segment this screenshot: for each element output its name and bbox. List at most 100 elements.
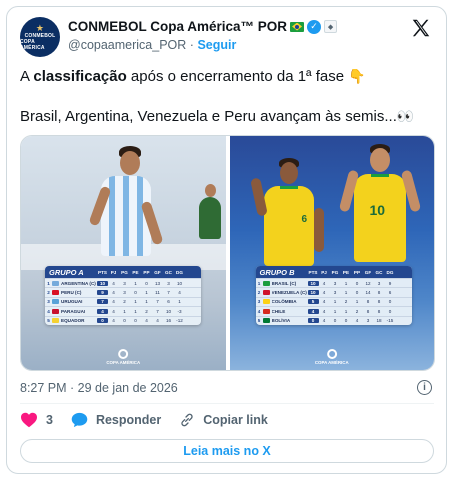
stat-cell: 3 [377,280,381,286]
group-a-rows: 1 ARGENTINA (C) 10 4 3 1 0 13 3 10 2 PERU (C) 9 4 3 0 1 1… [45,278,201,325]
stat-cell: 4 [112,280,115,286]
brazil-flag-icon [290,21,305,32]
group-a-title: GRUPO A [49,267,84,277]
stat-cell: 2 [355,308,359,314]
read-more-button[interactable]: Leia mais no X [20,439,434,463]
stat-cell: 0 [145,280,148,286]
reply-label: Responder [95,413,162,427]
stat-cell: 4 [178,290,181,296]
stat-cell: 4 [322,280,326,286]
stat-cell: 1 [134,308,137,314]
stat-cell: 8 [377,299,381,305]
stat-cell: 3 [123,280,126,286]
handle[interactable]: @copaamerica_POR [68,38,186,52]
stat-cell: 7 [156,299,159,305]
stat-cell: 8 [377,290,381,296]
x-logo-icon[interactable] [410,17,432,39]
col-pts: PTS [98,269,107,275]
media-image-group-a[interactable]: GRUPO A PTS PJ PG PE PP GF GC DG 1 ARGENT… [21,136,226,370]
info-icon[interactable]: i [417,380,432,395]
stat-cell: -12 [176,318,183,324]
team-name: PARAGUAI [61,308,86,314]
avatar-line2: COPA AMÉRICA [20,38,45,51]
points-cell: 10 [307,280,319,286]
stat-cell: 0 [134,318,137,324]
stat-cell: 1 [344,290,348,296]
points-cell: 5 [307,299,319,305]
col-gf: GF [364,269,372,275]
stat-cell: 1 [355,299,359,305]
col-gc: GC [375,269,383,275]
col-pe: PE [342,269,350,275]
tweet-line-2: Brasil, Argentina, Venezuela e Peru avan… [20,107,434,127]
team-name: URUGUAI [61,299,83,305]
stat-cell: 1 [333,299,337,305]
affiliate-badge-icon[interactable]: ◆ [324,20,338,33]
col-pj: PJ [321,269,327,275]
tweet-media[interactable]: GRUPO A PTS PJ PG PE PP GF GC DG 1 ARGENT… [20,135,435,371]
stat-cell: 3 [333,290,337,296]
row-position: 5 [257,318,261,324]
col-dg: DG [386,269,394,275]
stat-cell: 2 [145,308,148,314]
team-flag-icon [262,290,270,296]
stat-cell: 4 [322,290,326,296]
team-flag-icon [262,280,270,286]
table-row: 4 CHILE 4 4 1 1 2 8 8 0 [255,306,412,315]
handle-separator: · [189,38,194,52]
verified-badge-icon[interactable]: ✓ [307,19,322,34]
stat-cell: 0 [388,299,392,305]
col-pts: PTS [308,269,318,275]
row-position: 3 [257,299,261,305]
stat-cell: 4 [145,318,148,324]
like-button[interactable]: 3 [20,412,53,428]
row-position: 1 [47,280,50,286]
points-cell: 7 [97,299,108,305]
points-cell: 10 [97,280,108,286]
stat-cell: 12 [365,280,371,286]
stat-cell: 4 [156,318,159,324]
stat-cell: 0 [333,318,337,324]
copy-link-button[interactable]: Copiar link [179,412,268,428]
col-pg: PG [331,269,339,275]
media-image-group-b[interactable]: 6 10 GRUPO B PTS PJ PG PE PP GF GC DG 1 … [229,136,434,370]
tweet-text: A classificação após o encerramento da 1… [20,67,434,127]
table-row: 5 EQUADOR 0 4 0 0 4 4 16 -12 [45,315,201,325]
heart-icon [21,412,37,428]
team-flag-icon [52,299,59,305]
stat-cell: 1 [344,280,348,286]
background-player [199,184,223,244]
tweet-timestamp[interactable]: 8:27 PM · 29 de jan de 2026 [20,381,178,395]
stat-cell: 7 [156,308,159,314]
stat-cell: 10 [165,308,172,314]
col-pe: PE [132,269,139,275]
reply-button[interactable]: Responder [71,412,161,428]
action-bar: 3 Responder Copiar link [20,406,268,434]
col-pj: PJ [110,269,117,275]
stat-cell: 1 [145,299,148,305]
name-row: CONMEBOL Copa América™ POR ✓ ◆ [68,19,338,34]
follow-button[interactable]: Seguir [197,38,236,52]
avatar[interactable]: ★ CONMEBOL COPA AMÉRICA [20,17,60,57]
shirt-number-right: 10 [369,202,386,218]
link-icon [181,413,193,427]
group-b-table-header: GRUPO B PTS PJ PG PE PP GF GC DG [255,266,412,278]
points-cell: 9 [97,290,108,296]
stat-cell: 1 [344,308,348,314]
stat-cell: 4 [112,318,115,324]
stat-cell: 16 [165,318,172,324]
brazil-player-right: 10 [338,144,421,268]
stat-cell: 1 [123,308,126,314]
tweet-text-part1: A [20,68,34,85]
team-name: ARGENTINA (C) [61,280,96,286]
stat-cell: 1 [145,290,148,296]
row-position: 5 [47,318,50,324]
row-position: 4 [47,308,50,314]
team-name: COLÔMBIA [271,299,297,305]
table-row: 3 COLÔMBIA 5 4 1 2 1 8 8 0 [255,296,412,306]
tweet-header: ★ CONMEBOL COPA AMÉRICA CONMEBOL Copa Am… [20,17,434,59]
stat-cell: 0 [123,318,126,324]
row-position: 3 [47,299,50,305]
display-name[interactable]: CONMEBOL Copa América™ POR [68,19,287,34]
stat-cell: 13 [154,280,161,286]
